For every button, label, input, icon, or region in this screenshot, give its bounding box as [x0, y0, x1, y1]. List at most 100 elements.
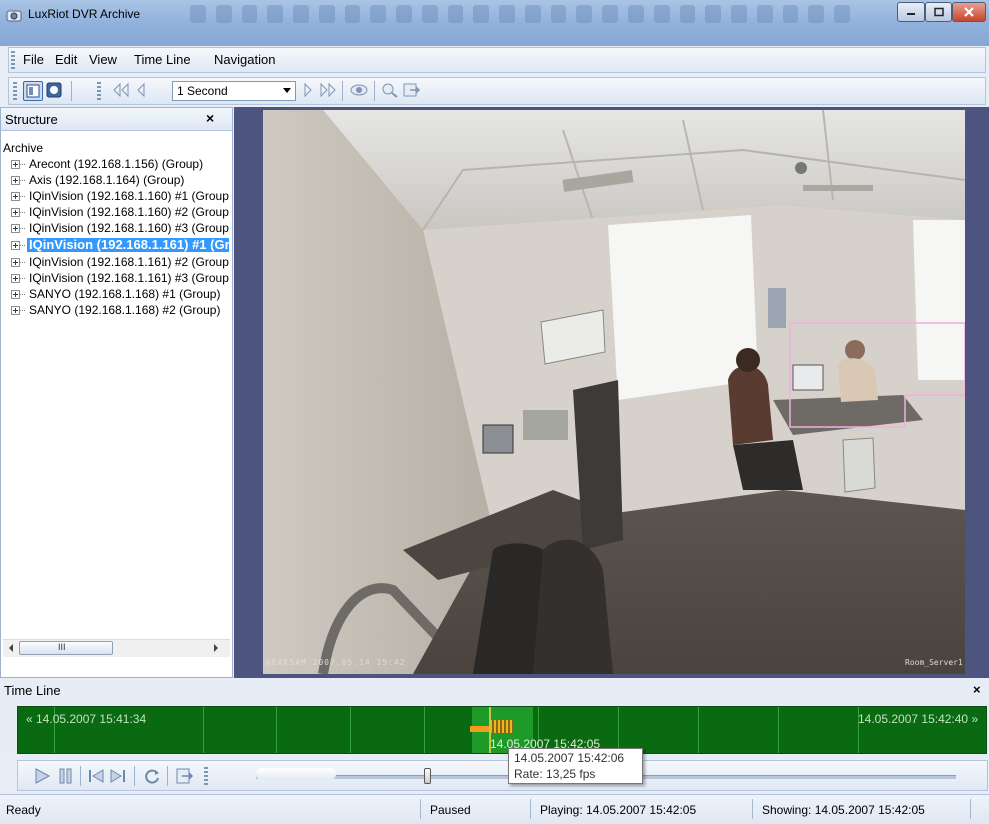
- step-size-select[interactable]: 1 Second: [172, 81, 296, 101]
- tree-item[interactable]: SANYO (192.168.1.168) #2 (Group): [3, 303, 229, 319]
- play-button[interactable]: [32, 766, 52, 786]
- playback-separator: [167, 766, 168, 786]
- structure-panel-title: Structure: [5, 112, 58, 127]
- tree-item[interactable]: IQinVision (192.168.1.160) #2 (Group): [3, 205, 229, 221]
- toolbar-grip[interactable]: [13, 82, 17, 100]
- menu-edit[interactable]: Edit: [55, 52, 77, 67]
- triangle-left-icon: [137, 82, 145, 98]
- pause-button[interactable]: [56, 766, 76, 786]
- triangle-right-icon: [304, 82, 312, 98]
- fast-back-button[interactable]: [111, 81, 131, 101]
- app-camera-icon: [6, 9, 22, 22]
- status-playing: Playing: 14.05.2007 15:42:05: [540, 803, 697, 817]
- tree-item[interactable]: IQinVision (192.168.1.160) #1 (Group): [3, 189, 229, 205]
- tree-item[interactable]: IQinVision (192.168.1.160) #3 (Group): [3, 221, 229, 237]
- zoom-out-button[interactable]: [380, 81, 400, 101]
- camera-video-frame[interactable]: WEAKSAM 2007.05.14 15:42 Room_Server1: [263, 110, 965, 674]
- maximize-button[interactable]: [925, 2, 952, 22]
- status-separator: [420, 799, 421, 819]
- eye-camera-icon: [350, 84, 368, 96]
- structure-close-button[interactable]: ×: [206, 110, 214, 126]
- export-clip-button[interactable]: [174, 766, 194, 786]
- timeline-tick: [698, 707, 699, 753]
- scrollbar-thumb[interactable]: III: [19, 641, 113, 655]
- pause-icon: [59, 768, 72, 784]
- tree-item-label: Axis (192.168.1.164) (Group): [29, 173, 185, 187]
- menu-bar: File Edit View Time Line Navigation: [8, 47, 986, 73]
- timeline-tooltip: 14.05.2007 15:42:06 Rate: 13,25 fps: [508, 748, 643, 784]
- tree-item-label: IQinVision (192.168.1.160) #3 (Group): [29, 221, 229, 235]
- scroll-left-icon[interactable]: [9, 644, 13, 652]
- expand-plus-icon[interactable]: [11, 208, 20, 217]
- tree-item[interactable]: IQinVision (192.168.1.161) #2 (Group): [3, 255, 229, 271]
- menu-file[interactable]: File: [23, 52, 44, 67]
- menu-grip[interactable]: [11, 51, 15, 69]
- fast-forward-button[interactable]: [318, 81, 338, 101]
- timeline-motion-events: [490, 720, 514, 733]
- menu-view[interactable]: View: [89, 52, 117, 67]
- skip-forward-icon: [110, 769, 125, 783]
- structure-panel-icon: [26, 84, 40, 98]
- expand-plus-icon[interactable]: [11, 290, 20, 299]
- tree-root-archive[interactable]: Archive: [3, 141, 43, 155]
- tree-item[interactable]: SANYO (192.168.1.168) #1 (Group): [3, 287, 229, 303]
- toggle-structure-button[interactable]: [23, 81, 43, 101]
- title-bar: LuxRiot DVR Archive: [0, 0, 989, 46]
- tree-item[interactable]: IQinVision (192.168.1.161) #3 (Group): [3, 271, 229, 287]
- tree-connector: [20, 245, 25, 246]
- horizontal-scrollbar[interactable]: III: [3, 639, 230, 657]
- playback-toolbar: [17, 760, 988, 791]
- timeline-close-button[interactable]: ×: [973, 682, 981, 697]
- tree-item-label: IQinVision (192.168.1.161) #3 (Group): [29, 271, 229, 285]
- tree-connector: [20, 180, 25, 181]
- tooltip-time: 14.05.2007 15:42:06: [514, 751, 625, 765]
- next-frame-button[interactable]: [108, 766, 128, 786]
- minimize-button[interactable]: [897, 2, 925, 22]
- taskbar-ghost-icons: [190, 5, 850, 25]
- status-showing: Showing: 14.05.2007 15:42:05: [762, 803, 925, 817]
- scroll-right-icon[interactable]: [214, 644, 218, 652]
- status-separator: [752, 799, 753, 819]
- expand-plus-icon[interactable]: [11, 224, 20, 233]
- timeline-panel: Time Line × « 14.05.2007 15:41:34 14.05.…: [0, 679, 989, 759]
- step-back-button[interactable]: [133, 81, 149, 101]
- timeline-end-label[interactable]: 14.05.2007 15:42:40 »: [858, 712, 978, 726]
- menu-navigation[interactable]: Navigation: [214, 52, 275, 67]
- close-window-button[interactable]: [952, 2, 986, 22]
- tree-item-selected[interactable]: IQinVision (192.168.1.161) #1 (Group): [3, 238, 229, 254]
- playback-separator: [134, 766, 135, 786]
- timeline-tick: [350, 707, 351, 753]
- timeline-start-label[interactable]: « 14.05.2007 15:41:34: [26, 712, 146, 726]
- video-view-area: WEAKSAM 2007.05.14 15:42 Room_Server1: [234, 107, 989, 678]
- expand-plus-icon[interactable]: [11, 176, 20, 185]
- step-forward-button[interactable]: [300, 81, 316, 101]
- loop-button[interactable]: [142, 766, 162, 786]
- previous-frame-button[interactable]: [86, 766, 106, 786]
- step-size-value: 1 Second: [177, 84, 228, 98]
- expand-plus-icon[interactable]: [11, 160, 20, 169]
- expand-plus-icon[interactable]: [11, 192, 20, 201]
- status-bar: Ready Paused Playing: 14.05.2007 15:42:0…: [0, 794, 989, 824]
- expand-plus-icon[interactable]: [11, 306, 20, 315]
- export-button[interactable]: [402, 81, 422, 101]
- expand-plus-icon[interactable]: [11, 258, 20, 267]
- expand-plus-icon[interactable]: [11, 274, 20, 283]
- show-camera-button[interactable]: [349, 81, 369, 101]
- slider-fill: [256, 768, 336, 780]
- tree-item[interactable]: Axis (192.168.1.164) (Group): [3, 173, 229, 189]
- tree-connector: [20, 228, 25, 229]
- playback-grip[interactable]: [204, 767, 208, 785]
- timeline-tick: [203, 707, 204, 753]
- toolbar-grip-2[interactable]: [97, 82, 101, 100]
- tree-item[interactable]: Arecont (192.168.1.156) (Group): [3, 157, 229, 173]
- menu-time-line[interactable]: Time Line: [134, 52, 191, 67]
- timeline-track[interactable]: « 14.05.2007 15:41:34 14.05.2007 15:42:4…: [17, 706, 987, 754]
- timeline-tick: [276, 707, 277, 753]
- export-arrow-icon: [403, 83, 421, 97]
- toggle-timeline-button[interactable]: [45, 81, 65, 101]
- playback-separator: [80, 766, 81, 786]
- slider-thumb[interactable]: [424, 768, 431, 784]
- status-separator: [970, 799, 971, 819]
- scroll-grip: III: [58, 642, 66, 652]
- expand-plus-icon[interactable]: [11, 241, 20, 250]
